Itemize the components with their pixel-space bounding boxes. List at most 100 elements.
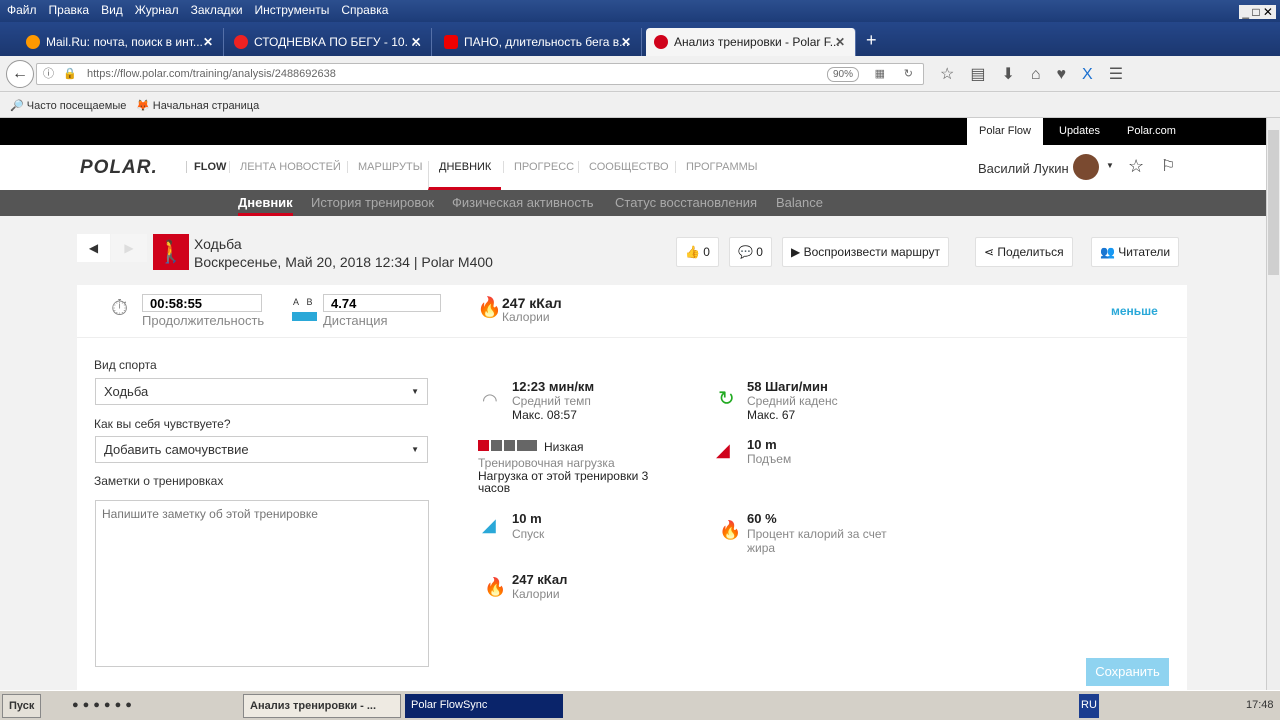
avatar[interactable] — [1073, 154, 1099, 180]
menu-icon: ☰ — [1108, 66, 1140, 83]
nav-progress[interactable]: ПРОГРЕСС — [503, 161, 584, 173]
session-date: Воскресенье, Май 20, 2018 12:34 | Polar … — [194, 254, 493, 270]
taskbar-firefox[interactable]: Анализ тренировки - ... — [243, 694, 401, 718]
notifications-icon[interactable]: ⚐ — [1161, 156, 1175, 176]
nav-programs[interactable]: ПРОГРАММЫ — [675, 161, 768, 173]
polar-logo[interactable]: POLAR. — [80, 157, 158, 179]
feeling-label: Как вы себя чувствуете? — [94, 417, 231, 431]
language-indicator[interactable]: RU — [1079, 694, 1099, 718]
replay-route-button[interactable]: ▶ Воспроизвести маршрут — [782, 237, 950, 267]
tab-mailru[interactable]: Mail.Ru: почта, поиск в инт... ✕ — [18, 28, 224, 56]
polar-icon — [654, 35, 668, 49]
info-icon[interactable]: ⓘ — [43, 64, 54, 84]
page-scrollbar[interactable] — [1266, 118, 1280, 690]
download-icon: ⬇ — [1001, 66, 1031, 83]
comments-button[interactable]: 💬 0 — [729, 237, 772, 267]
window-controls[interactable]: _ □ ✕ — [1239, 2, 1276, 23]
subnav-history[interactable]: История тренировок — [311, 195, 434, 210]
less-link[interactable]: меньше — [1111, 304, 1158, 318]
subnav-diary[interactable]: Дневник — [238, 195, 293, 216]
menu-view[interactable]: Вид — [101, 3, 123, 17]
close-tab-icon[interactable]: ✕ — [411, 35, 421, 49]
tab-polar-analysis[interactable]: Анализ тренировки - Polar F... ✕ — [646, 28, 856, 56]
zoom-level[interactable]: 90% — [826, 67, 859, 82]
url-input[interactable]: https://flow.polar.com/training/analysis… — [36, 63, 924, 85]
distance-input[interactable] — [323, 294, 441, 312]
menu-history[interactable]: Журнал — [135, 3, 179, 17]
bookmark-most-visited[interactable]: 🔎 Часто посещаемые — [10, 99, 126, 112]
menu-bar: Файл Правка Вид Журнал Закладки Инструменты Сп… — [0, 0, 1280, 22]
sport-select[interactable]: Ходьба — [95, 378, 428, 405]
people-icon: 👥 — [1100, 245, 1115, 259]
readers-button[interactable]: 👥 Читатели — [1091, 237, 1180, 267]
library-icon: ▤ — [970, 66, 1002, 83]
load-segment — [517, 440, 537, 451]
close-tab-icon[interactable]: ✕ — [621, 35, 631, 49]
star-icon: ☆ — [940, 66, 971, 83]
nav-community[interactable]: СООБЩЕСТВО — [578, 161, 679, 173]
polar-top-bar: Polar Flow Updates Polar.com — [0, 118, 1266, 145]
like-button[interactable]: 👍 0 — [676, 237, 719, 267]
link-updates[interactable]: Updates — [1047, 118, 1112, 145]
calories-stat-value: 247 кКал — [512, 572, 568, 587]
taskbar-flowsync[interactable]: Polar FlowSync — [405, 694, 563, 718]
pace-label: Средний темп — [512, 394, 591, 408]
ascent-value: 10 m — [747, 437, 777, 452]
bookmark-start-page[interactable]: 🦊 Начальная страница — [136, 99, 259, 112]
back-button[interactable]: ← — [6, 60, 34, 88]
nav-routes[interactable]: МАРШРУТЫ — [347, 161, 432, 173]
extension-icon: X — [1082, 66, 1109, 83]
site-icon — [234, 35, 248, 49]
descent-icon: ◢ — [482, 515, 496, 535]
load-desc: Нагрузка от этой тренировки 3 часов — [478, 469, 649, 495]
prev-session-button[interactable]: ◀ — [77, 234, 110, 262]
descent-label: Спуск — [512, 527, 545, 541]
duration-input[interactable] — [142, 294, 262, 312]
load-level: Низкая — [544, 440, 584, 454]
close-tab-icon[interactable]: ✕ — [203, 35, 213, 49]
training-load-bar — [478, 440, 537, 451]
chevron-down-icon[interactable]: ▼ — [1106, 161, 1114, 170]
tab-stodnevka[interactable]: СТОДНЕВКА ПО БЕГУ - 10. ... ✕ — [226, 28, 432, 56]
load-segment — [478, 440, 489, 451]
new-tab-button[interactable]: + — [866, 30, 877, 51]
user-name[interactable]: Василий Лукин — [978, 161, 1069, 176]
play-icon: ▶ — [791, 245, 801, 259]
menu-edit[interactable]: Правка — [49, 3, 90, 17]
menu-bookmarks[interactable]: Закладки — [191, 3, 243, 17]
reader-icon[interactable]: ▦ — [875, 64, 885, 84]
subnav-recovery[interactable]: Статус восстановления — [615, 195, 757, 210]
toolbar-icons[interactable]: ☆▤⬇⌂♥X☰ — [940, 64, 1139, 84]
tab-bar: Mail.Ru: почта, поиск в инт... ✕ СТОДНЕВК… — [0, 22, 1280, 56]
tab-youtube[interactable]: ПАНО, длительность бега в... ✕ — [436, 28, 642, 56]
start-button[interactable]: Пуск — [2, 694, 42, 718]
bookmarks-bar: 🔎 Часто посещаемые 🦊 Начальная страница — [0, 93, 1280, 118]
feeling-select[interactable]: Добавить самочувствие — [95, 436, 428, 463]
close-tab-icon[interactable]: ✕ — [835, 35, 845, 49]
cadence-max: Макс. 67 — [747, 408, 796, 422]
link-polar-com[interactable]: Polar.com — [1115, 118, 1188, 145]
star-icon[interactable]: ☆ — [1128, 156, 1144, 177]
save-button[interactable]: Сохранить — [1086, 658, 1169, 686]
sub-nav: Дневник История тренировок Физическая ак… — [0, 190, 1266, 216]
pace-max: Макс. 08:57 — [512, 408, 577, 422]
next-session-button[interactable]: ▶ — [111, 234, 147, 262]
menu-file[interactable]: Файл — [7, 3, 37, 17]
flame-icon: 🔥 — [719, 520, 742, 540]
cadence-icon: ↻ — [718, 388, 735, 410]
duration-label: Продолжительность — [142, 313, 265, 328]
walking-icon: 🚶 — [153, 234, 189, 270]
notes-textarea[interactable] — [95, 500, 429, 667]
flame-icon: 🔥 — [484, 577, 507, 597]
calories-value: 247 кКал — [502, 295, 562, 311]
menu-tools[interactable]: Инструменты — [255, 3, 330, 17]
nav-diary[interactable]: ДНЕВНИК — [428, 161, 502, 190]
subnav-activity[interactable]: Физическая активность — [452, 195, 594, 210]
reload-icon[interactable]: ↻ — [904, 64, 913, 84]
nav-feed[interactable]: ЛЕНТА НОВОСТЕЙ — [229, 161, 351, 173]
share-button[interactable]: ⋖ Поделиться — [975, 237, 1073, 267]
link-polar-flow[interactable]: Polar Flow — [967, 118, 1043, 145]
menu-help[interactable]: Справка — [341, 3, 388, 17]
subnav-balance[interactable]: Balance — [776, 195, 823, 210]
quick-launch-icons[interactable]: ●●●●●● — [66, 694, 142, 718]
